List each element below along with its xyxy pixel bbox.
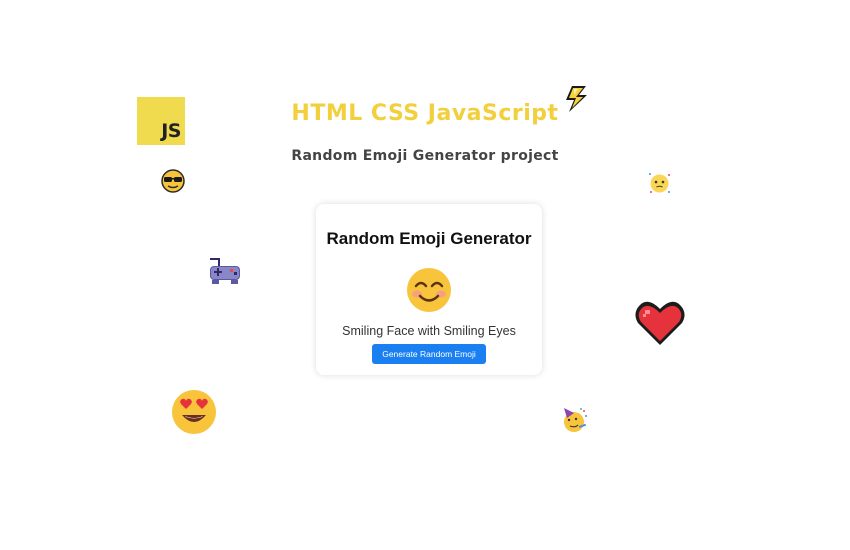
heart-icon — [635, 301, 685, 345]
javascript-logo-text: JS — [161, 120, 181, 142]
smiling-face-with-smiling-eyes-emoji-icon — [407, 268, 451, 312]
game-controller-icon — [210, 258, 240, 284]
party-face-emoji-icon — [564, 408, 587, 432]
page-title: HTML CSS JavaScript — [291, 101, 559, 126]
flushed-emoji-icon — [649, 173, 670, 193]
lightning-bolt-icon — [566, 86, 587, 112]
page-subtitle: Random Emoji Generator project — [291, 148, 559, 164]
sunglasses-emoji-icon — [161, 169, 185, 193]
page: HTML CSS JavaScript Random Emoji Generat… — [0, 0, 850, 550]
card-title: Random Emoji Generator — [326, 229, 532, 248]
javascript-logo-icon: JS — [137, 97, 185, 145]
heart-eyes-emoji-icon — [172, 390, 216, 434]
emoji-generator-card: Random Emoji Generator Smiling Face with… — [316, 204, 542, 375]
emoji-name-label: Smiling Face with Smiling Eyes — [342, 324, 516, 338]
generate-emoji-button[interactable]: Generate Random Emoji — [372, 344, 486, 364]
